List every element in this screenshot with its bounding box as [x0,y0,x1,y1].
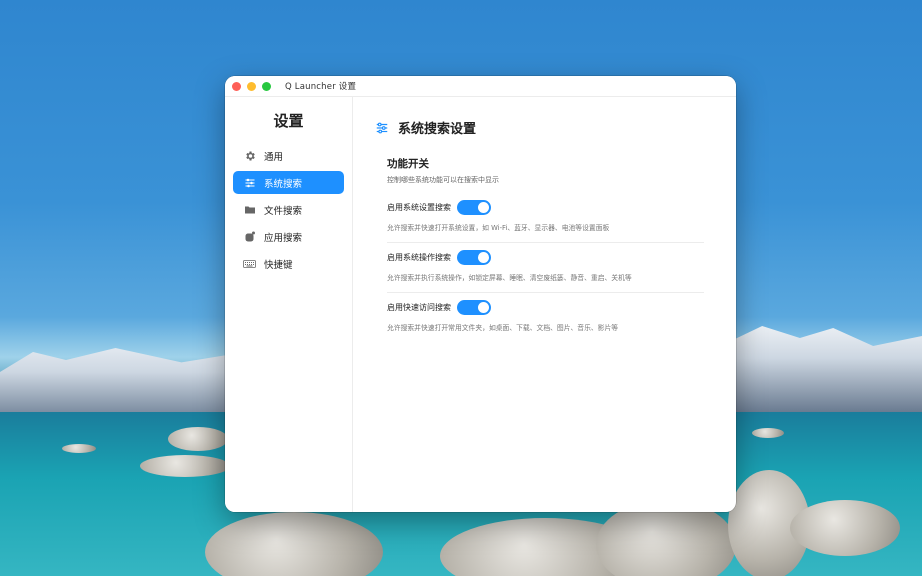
system-settings-search-toggle[interactable] [457,199,491,215]
wallpaper-rock [752,428,784,438]
option-description: 允许搜索并快速打开系统设置，如 Wi-Fi、蓝牙、显示器、电池等设置面板 [387,224,610,232]
options-list: 启用系统设置搜索 允许搜索并快速打开系统设置，如 Wi-Fi、蓝牙、显示器、电池… [387,193,704,342]
option-quick-access-search: 启用快速访问搜索 允许搜索并快速打开常用文件夹，如桌面、下载、文档、图片、音乐、… [387,293,704,342]
option-description: 允许搜索并快速打开常用文件夹，如桌面、下载、文档、图片、音乐、影片等 [387,324,619,332]
settings-window: Q Launcher 设置 设置 通用 系统搜索 文件搜索 应用搜索 快捷键 系… [225,76,736,512]
title-bar[interactable]: Q Launcher 设置 [225,76,736,97]
quick-access-search-toggle[interactable] [457,299,491,315]
sidebar-title: 设置 [273,112,304,130]
window-title: Q Launcher 设置 [285,82,357,92]
minimize-button[interactable] [247,81,256,91]
option-system-settings-search: 启用系统设置搜索 允许搜索并快速打开系统设置，如 Wi-Fi、蓝牙、显示器、电池… [387,193,704,243]
content-header: 系统搜索设置 [375,117,736,137]
sidebar-item-label: 系统搜索 [264,178,303,190]
system-actions-search-toggle[interactable] [457,249,491,265]
wallpaper-rock [790,500,900,556]
sidebar: 设置 通用 系统搜索 文件搜索 应用搜索 快捷键 [225,97,353,512]
gear-icon [243,149,256,162]
feature-switches-section: 功能开关 控制哪些系统功能可以在搜索中显示 启用系统设置搜索 允许搜索并快速打开… [387,156,704,342]
wallpaper-rock [140,455,230,477]
sliders-icon [243,176,256,189]
folder-icon [243,203,256,216]
sliders-icon [375,120,389,134]
main-content: 系统搜索设置 功能开关 控制哪些系统功能可以在搜索中显示 启用系统设置搜索 允许… [353,97,736,512]
option-label: 启用系统设置搜索 [387,202,451,212]
app-icon [243,230,256,243]
zoom-button[interactable] [262,81,271,91]
page-title: 系统搜索设置 [398,121,477,137]
section-description: 控制哪些系统功能可以在搜索中显示 [387,176,499,184]
wallpaper-rock [168,427,228,451]
sidebar-item-label: 文件搜索 [264,205,303,217]
section-title: 功能开关 [387,158,429,170]
sidebar-item-system-search[interactable]: 系统搜索 [233,171,344,194]
window-controls [232,81,271,91]
sidebar-item-label: 快捷键 [264,259,293,271]
wallpaper-rock [62,444,96,453]
sidebar-item-app-search[interactable]: 应用搜索 [233,225,344,248]
sidebar-item-label: 应用搜索 [264,232,303,244]
sidebar-nav: 通用 系统搜索 文件搜索 应用搜索 快捷键 [225,144,352,275]
keyboard-icon [243,257,256,270]
option-description: 允许搜索并执行系统操作，如锁定屏幕、睡眠、清空废纸篓、静音、重启、关机等 [387,274,632,282]
sidebar-item-shortcuts[interactable]: 快捷键 [233,252,344,275]
sidebar-item-general[interactable]: 通用 [233,144,344,167]
option-label: 启用快速访问搜索 [387,302,451,312]
sidebar-item-file-search[interactable]: 文件搜索 [233,198,344,221]
close-button[interactable] [232,81,241,91]
option-label: 启用系统操作搜索 [387,252,451,262]
option-system-actions-search: 启用系统操作搜索 允许搜索并执行系统操作，如锁定屏幕、睡眠、清空废纸篓、静音、重… [387,243,704,293]
sidebar-item-label: 通用 [264,151,284,163]
